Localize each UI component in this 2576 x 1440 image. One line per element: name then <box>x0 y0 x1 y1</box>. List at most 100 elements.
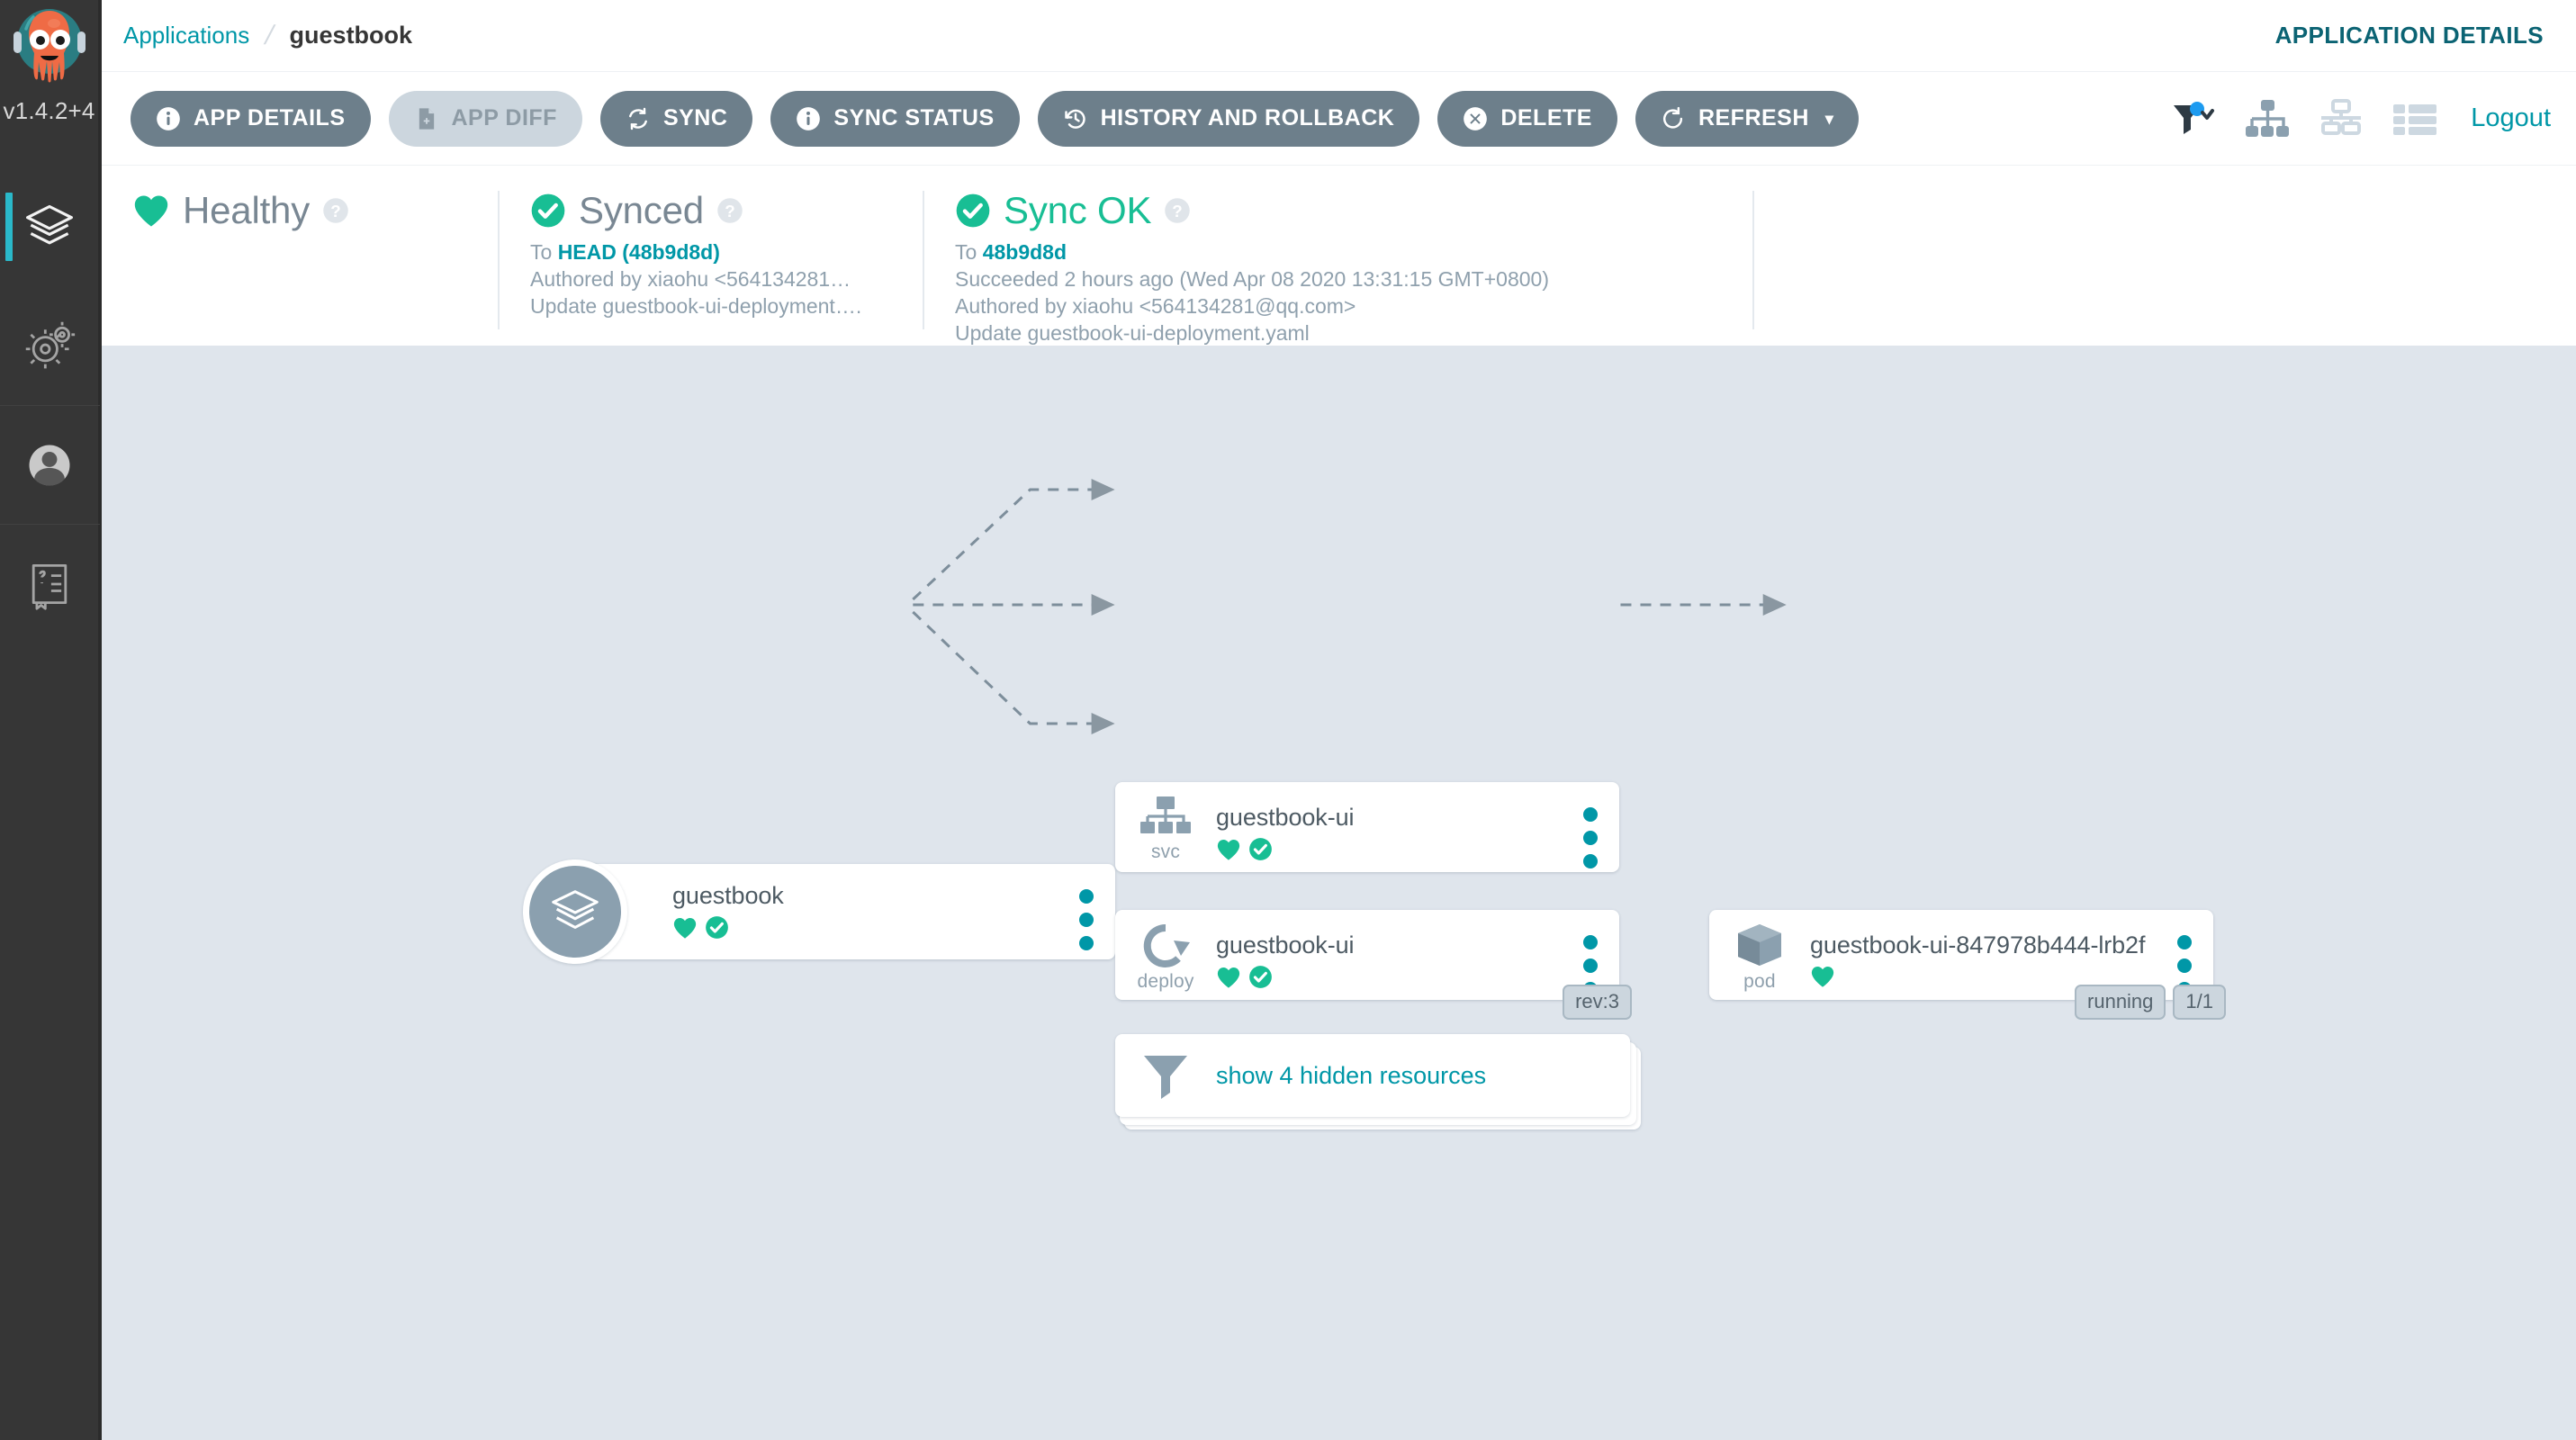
application-details-link[interactable]: APPLICATION DETAILS <box>2275 22 2544 49</box>
heart-icon <box>134 195 168 227</box>
check-circle-icon <box>956 194 990 228</box>
operation-to-prefix: To <box>955 240 983 264</box>
check-circle-icon <box>1249 966 1272 988</box>
sidebar-item-applications[interactable] <box>0 167 100 286</box>
heart-icon <box>673 917 697 939</box>
left-sidebar: v1.4.2+4 <box>0 0 102 1440</box>
file-diff-icon <box>414 106 439 131</box>
node-kind: deploy <box>1137 971 1194 992</box>
main-column: Applications / guestbook APPLICATION DET… <box>102 0 2576 1440</box>
help-icon[interactable]: ? <box>322 197 349 224</box>
network-view-icon[interactable] <box>2316 97 2366 140</box>
app-diff-button[interactable]: APP DIFF <box>388 90 582 147</box>
sidebar-nav <box>0 167 100 643</box>
filter-icon[interactable] <box>2168 97 2219 140</box>
resource-node-deploy-guestbook-ui[interactable]: deploy guestbook-ui rev:3 <box>1115 910 1632 1020</box>
node-badges <box>1216 837 1619 861</box>
node-kind: svc <box>1150 842 1181 862</box>
operation-author: Authored by xiaohu <564134281@qq.com> <box>955 293 1356 318</box>
sidebar-item-settings[interactable] <box>0 286 100 405</box>
sync-status-label: Synced <box>579 189 704 231</box>
argo-octopus-logo-icon <box>13 9 86 83</box>
operation-revision-link[interactable]: 48b9d8d <box>983 240 1067 264</box>
times-circle-icon <box>1463 106 1488 131</box>
node-title: guestbook <box>672 882 784 909</box>
breadcrumb-bar: Applications / guestbook APPLICATION DET… <box>102 0 2576 72</box>
help-icon[interactable]: ? <box>716 197 743 224</box>
refresh-button[interactable]: REFRESH ▾ <box>1635 90 1860 147</box>
node-badges <box>672 915 1115 940</box>
pod-ready-pill: 1/1 <box>2173 985 2226 1020</box>
status-divider <box>1752 191 1754 329</box>
heart-icon <box>1811 967 1834 987</box>
check-circle-icon <box>706 916 728 939</box>
heart-icon <box>1217 967 1240 988</box>
revision-pill: rev:3 <box>1563 985 1632 1020</box>
node-text-col: guestbook-ui-847978b444-lrb2f <box>1810 910 2213 988</box>
pod-cube-icon <box>1738 924 1781 966</box>
node-badges <box>1216 965 1619 989</box>
sidebar-item-user-info[interactable] <box>0 405 100 524</box>
button-label: DELETE <box>1500 105 1592 130</box>
hidden-resources-card[interactable]: show 4 hidden resources <box>1115 1034 1641 1131</box>
argocd-application-page: v1.4.2+4 Applications / guestbook APPLIC… <box>0 0 2576 1440</box>
sync-to-prefix: To <box>530 240 558 264</box>
stack-sheet-1: show 4 hidden resources <box>1115 1034 1630 1117</box>
node-kind: pod <box>1743 971 1776 992</box>
filter-funnel-icon <box>1144 1056 1187 1099</box>
operation-message: Update guestbook-ui-deployment.yaml <box>955 320 1310 345</box>
list-view-icon[interactable] <box>2390 97 2440 140</box>
health-status-block: Healthy ? <box>102 189 498 232</box>
button-label: REFRESH <box>1698 105 1809 130</box>
node-title: guestbook-ui <box>1216 932 1355 958</box>
resource-node-pod-guestbook-ui[interactable]: pod guestbook-ui-847978b444-lrb2f runnin… <box>1709 910 2226 1020</box>
delete-button[interactable]: DELETE <box>1437 90 1617 147</box>
sync-status-button[interactable]: SYNC STATUS <box>770 90 1020 147</box>
breadcrumb-applications-link[interactable]: Applications <box>123 22 249 50</box>
sidebar-item-documentation[interactable] <box>0 524 100 643</box>
svg-text:?: ? <box>1173 202 1183 220</box>
resource-tree-canvas[interactable]: guestbook svc guestbook-ui deploy guestb… <box>102 346 2576 1440</box>
app-node-guestbook[interactable]: guestbook <box>523 860 1115 964</box>
button-label: HISTORY AND ROLLBACK <box>1100 105 1395 130</box>
operation-status-label: Sync OK <box>1004 189 1152 231</box>
layers-icon <box>25 204 73 245</box>
tree-view-icon[interactable] <box>2242 97 2292 140</box>
button-label: SYNC STATUS <box>833 105 995 130</box>
app-logo[interactable]: v1.4.2+4 <box>0 0 100 144</box>
refresh-icon <box>1661 106 1686 131</box>
node-icon-col: deploy <box>1115 910 1216 993</box>
help-icon[interactable]: ? <box>1164 197 1191 224</box>
check-circle-icon <box>1249 838 1272 860</box>
show-hidden-resources-link[interactable]: show 4 hidden resources <box>1216 1062 1486 1090</box>
button-label: SYNC <box>662 105 728 130</box>
sync-revision-line: To HEAD (48b9d8d) <box>530 239 892 266</box>
node-icon-col: svc <box>1115 782 1216 863</box>
sync-status-block: Synced ? To HEAD (48b9d8d) Authored by x… <box>500 189 923 320</box>
toolbar-view-switch: Logout <box>2168 97 2551 140</box>
node-title: guestbook-ui-847978b444-lrb2f <box>1810 932 2146 958</box>
node-title: guestbook-ui <box>1216 804 1355 831</box>
node-icon-col: pod <box>1709 910 1810 993</box>
resource-node-svc-guestbook-ui[interactable]: svc guestbook-ui <box>1115 782 1619 872</box>
svg-text:?: ? <box>330 202 340 220</box>
logout-link[interactable]: Logout <box>2471 104 2551 133</box>
node-text-col: guestbook-ui <box>1216 910 1619 989</box>
book-question-icon <box>32 563 67 610</box>
status-summary-bar: Healthy ? Synced ? To HEAD (48b9d8d) Aut… <box>102 166 2576 346</box>
operation-status-block: Sync OK ? To 48b9d8d Succeeded 2 hours a… <box>924 189 1752 347</box>
sync-revision-link[interactable]: HEAD (48b9d8d) <box>558 240 720 264</box>
heart-icon <box>1217 839 1240 860</box>
health-status-label: Healthy <box>183 189 311 231</box>
operation-revision-line: To 48b9d8d <box>955 239 1722 266</box>
sync-button[interactable]: SYNC <box>599 90 753 147</box>
node-menu-button[interactable] <box>1079 889 1094 959</box>
breadcrumb-separator: / <box>262 20 277 50</box>
info-circle-icon <box>796 106 821 131</box>
node-pill-row: running 1/1 <box>2075 985 2226 1020</box>
history-and-rollback-button[interactable]: HISTORY AND ROLLBACK <box>1037 90 1420 147</box>
node-menu-button[interactable] <box>1583 807 1598 878</box>
breadcrumb-current: guestbook <box>289 22 413 49</box>
resource-tree-inner: guestbook svc guestbook-ui deploy guestb… <box>102 346 2576 1440</box>
app-details-button[interactable]: APP DETAILS <box>131 90 371 147</box>
